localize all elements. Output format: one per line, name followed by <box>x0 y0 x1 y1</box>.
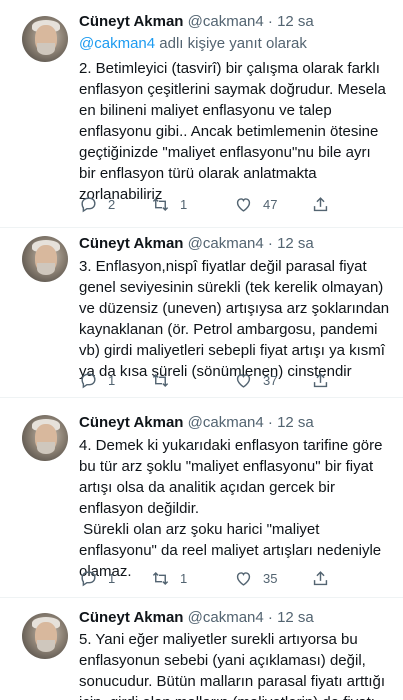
author-handle[interactable]: @cakman4 <box>188 414 264 431</box>
retweet-button[interactable]: 1 <box>151 569 187 588</box>
tweet-time[interactable]: · 12 sa <box>268 414 314 431</box>
reply-icon <box>81 373 96 389</box>
reply-button[interactable]: 1 <box>79 569 115 588</box>
retweet-icon <box>152 373 169 388</box>
like-button[interactable]: 37 <box>234 371 277 390</box>
like-count: 35 <box>263 571 278 586</box>
share-button[interactable] <box>311 371 330 390</box>
reply-count: 1 <box>108 571 116 586</box>
author-name[interactable]: Cüneyt Akman <box>79 13 183 30</box>
heart-icon <box>236 198 251 212</box>
avatar[interactable] <box>22 16 68 62</box>
author-handle[interactable]: @cakman4 <box>188 235 264 252</box>
author-handle[interactable]: @cakman4 <box>188 609 264 626</box>
avatar[interactable] <box>22 613 68 659</box>
replying-suffix: adlı kişiye yanıt olarak <box>155 35 307 52</box>
like-count: 47 <box>263 197 278 212</box>
tweet-header: Cüneyt Akman @cakman4 · 12 sa <box>79 414 314 431</box>
share-button[interactable] <box>311 569 330 588</box>
heart-icon <box>236 374 251 388</box>
tweet-text: 2. Betimleyici (tasvirî) bir çalışma ola… <box>79 60 386 203</box>
like-button[interactable]: 47 <box>234 195 277 214</box>
avatar-beard <box>37 43 55 55</box>
heart-icon <box>236 572 251 586</box>
author-name[interactable]: Cüneyt Akman <box>79 609 183 626</box>
reply-button[interactable]: 1 <box>79 371 115 390</box>
tweet-1[interactable]: Cüneyt Akman @cakman4 · 12 sa @cakman4 a… <box>0 0 403 228</box>
share-button[interactable] <box>311 195 330 214</box>
tweet-2[interactable]: Cüneyt Akman @cakman4 · 12 sa 3. Enflasy… <box>0 228 403 398</box>
reply-mention-link[interactable]: @cakman4 <box>79 35 155 52</box>
author-name[interactable]: Cüneyt Akman <box>79 414 183 431</box>
tweet-header: Cüneyt Akman @cakman4 · 12 sa <box>79 235 314 252</box>
tweet-header: Cüneyt Akman @cakman4 · 12 sa <box>79 13 314 30</box>
tweet-text: 3. Enflasyon,nispî fiyatlar değil parasa… <box>79 258 390 380</box>
retweet-count: 1 <box>180 571 188 586</box>
tweet-actions: 1 1 35 <box>79 569 339 589</box>
retweet-count: 1 <box>180 197 188 212</box>
retweet-icon <box>152 197 169 212</box>
avatar-beard <box>37 263 55 275</box>
reply-count: 1 <box>108 373 116 388</box>
like-count: 37 <box>263 373 278 388</box>
tweet-text: 5. Yani eğer maliyetler surekli artıyors… <box>79 631 385 700</box>
share-icon <box>313 571 328 586</box>
author-name[interactable]: Cüneyt Akman <box>79 235 183 252</box>
share-icon <box>313 197 328 212</box>
tweet-header: Cüneyt Akman @cakman4 · 12 sa <box>79 609 314 626</box>
reply-icon <box>81 197 96 213</box>
retweet-icon <box>152 571 169 586</box>
retweet-button[interactable]: 1 <box>151 195 187 214</box>
tweet-time[interactable]: · 12 sa <box>268 235 314 252</box>
reply-button[interactable]: 2 <box>79 195 115 214</box>
tweet-3[interactable]: Cüneyt Akman @cakman4 · 12 sa 4. Demek k… <box>0 398 403 598</box>
like-button[interactable]: 35 <box>234 569 277 588</box>
tweet-actions: 2 1 47 <box>79 195 339 215</box>
avatar-beard <box>37 640 55 652</box>
avatar[interactable] <box>22 415 68 461</box>
tweet-4[interactable]: Cüneyt Akman @cakman4 · 12 sa 5. Yani eğ… <box>0 598 403 700</box>
tweet-time[interactable]: · 12 sa <box>268 609 314 626</box>
tweet-time[interactable]: · 12 sa <box>268 13 314 30</box>
tweet-text: 4. Demek ki yukarıdaki enflasyon tarifin… <box>79 437 383 580</box>
share-icon <box>313 373 328 388</box>
retweet-button[interactable] <box>151 371 180 390</box>
replying-to: @cakman4 adlı kişiye yanıt olarak <box>79 35 307 52</box>
avatar-beard <box>37 442 55 454</box>
author-handle[interactable]: @cakman4 <box>188 13 264 30</box>
reply-icon <box>81 571 96 587</box>
reply-count: 2 <box>108 197 116 212</box>
tweet-actions: 1 37 <box>79 371 339 391</box>
avatar[interactable] <box>22 236 68 282</box>
